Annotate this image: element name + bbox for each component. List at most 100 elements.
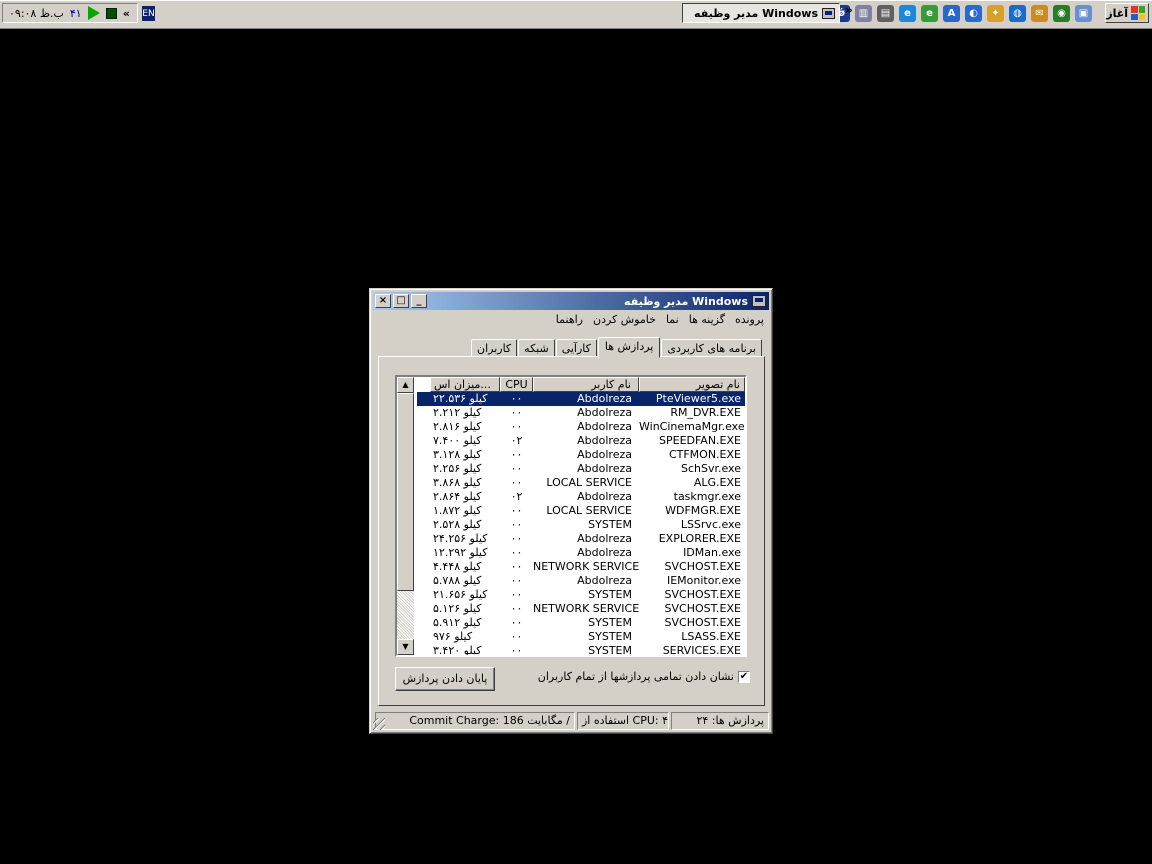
tab-processes[interactable]: پردازش ها — [597, 337, 661, 358]
show-all-processes-checkbox[interactable]: ✔ — [738, 670, 750, 683]
process-cpu: ۰۲ — [510, 434, 523, 447]
gift-icon[interactable]: ✦ — [987, 5, 1004, 22]
process-image-name: RM_DVR.EXE — [670, 406, 741, 419]
task-manager-window: × □ _ مدیر وظیفه Windows پرونده گزینه ها… — [369, 288, 773, 734]
process-cpu: ۰۰ — [510, 532, 523, 545]
process-cpu: ۰۲ — [510, 490, 523, 503]
column-user-name[interactable]: نام کاربر — [533, 377, 639, 392]
process-row[interactable]: SchSvr.exe Abdolreza ۰۰ ۲.۲۵۶ کیلو — [417, 462, 745, 476]
process-image-name: WDFMGR.EXE — [665, 504, 741, 517]
start-button[interactable]: آغاز — [1105, 3, 1149, 23]
taskbar-task-manager-button[interactable]: مدیر وظیفه Windows — [682, 3, 840, 23]
column-image-name[interactable]: نام تصویر — [639, 377, 745, 392]
process-user-name: Abdolreza — [577, 490, 632, 503]
maximize-button[interactable]: □ — [393, 294, 409, 308]
process-row[interactable]: RM_DVR.EXE Abdolreza ۰۰ ۲.۲۱۲ کیلو — [417, 406, 745, 420]
process-user-name: SYSTEM — [588, 616, 632, 629]
column-cpu[interactable]: CPU — [500, 377, 533, 392]
menu-view[interactable]: نما — [666, 313, 679, 331]
process-row[interactable]: SPEEDFAN.EXE Abdolreza ۰۲ ۷.۴۰۰ کیلو — [417, 434, 745, 448]
process-row[interactable]: EXPLORER.EXE Abdolreza ۰۰ ۲۴.۲۵۶ کیلو — [417, 532, 745, 546]
process-row[interactable]: ALG.EXE LOCAL SERVICE ۰۰ ۳.۸۶۸ کیلو — [417, 476, 745, 490]
process-row[interactable]: SVCHOST.EXE SYSTEM ۰۰ ۵.۹۱۲ کیلو — [417, 616, 745, 630]
tab-performance[interactable]: کارآیی — [555, 339, 597, 357]
stop-icon[interactable] — [105, 7, 117, 19]
process-row[interactable]: IDMan.exe Abdolreza ۰۰ ۱۲.۲۹۲ کیلو — [417, 546, 745, 560]
process-cpu: ۰۰ — [510, 504, 523, 517]
process-user-name: Abdolreza — [577, 448, 632, 461]
ie-icon[interactable]: ▤ — [877, 5, 894, 22]
process-user-name: Abdolreza — [577, 406, 632, 419]
process-row[interactable]: taskmgr.exe Abdolreza ۰۲ ۲.۸۶۴ کیلو — [417, 490, 745, 504]
process-mem-usage: ۲.۲۵۶ کیلو — [433, 462, 482, 475]
process-row[interactable]: WDFMGR.EXE LOCAL SERVICE ۰۰ ۱.۸۷۲ کیلو — [417, 504, 745, 518]
close-button[interactable]: × — [375, 294, 391, 308]
minimize-button[interactable]: _ — [411, 294, 427, 308]
process-list-header: نام تصویر نام کاربر CPU میزان اس... — [417, 377, 745, 392]
play-icon[interactable] — [87, 6, 100, 20]
app-icon[interactable]: ▣ — [1075, 5, 1092, 22]
process-mem-usage: ۷.۴۰۰ کیلو — [433, 434, 482, 447]
folder-icon[interactable]: A — [943, 5, 960, 22]
process-row[interactable]: WinCinemaMgr.exe Abdolreza ۰۰ ۲.۸۱۶ کیلو — [417, 420, 745, 434]
scrollbar-thumb[interactable] — [397, 393, 414, 591]
network-icon[interactable]: ◉ — [1053, 5, 1070, 22]
windows-logo-icon — [1131, 6, 1145, 20]
process-row[interactable]: CTFMON.EXE Abdolreza ۰۰ ۳.۱۲۸ کیلو — [417, 448, 745, 462]
process-list[interactable]: نام تصویر نام کاربر CPU میزان اس... PteV… — [395, 375, 747, 657]
process-user-name: LOCAL SERVICE — [546, 504, 632, 517]
process-image-name: WinCinemaMgr.exe — [639, 420, 745, 433]
language-indicator[interactable]: EN — [142, 6, 155, 21]
window-title: مدیر وظیفه Windows — [624, 294, 748, 308]
process-row[interactable]: LSSrvc.exe SYSTEM ۰۰ ۲.۵۲۸ کیلو — [417, 518, 745, 532]
settings-icon[interactable]: e — [899, 5, 916, 22]
process-cpu: ۰۰ — [510, 644, 523, 657]
process-row[interactable]: IEMonitor.exe Abdolreza ۰۰ ۵.۷۸۸ کیلو — [417, 574, 745, 588]
process-mem-usage: ۹۷۶ کیلو — [433, 630, 473, 643]
process-cpu: ۰۰ — [510, 462, 523, 475]
document-icon[interactable]: ▥ — [855, 5, 872, 22]
show-all-processes[interactable]: ✔ نشان دادن تمامی پردازشها از تمام کاربر… — [538, 670, 750, 683]
vertical-scrollbar[interactable]: ▲ ▼ — [397, 377, 414, 655]
end-process-button[interactable]: پایان دادن پردازش — [395, 667, 495, 691]
resize-grip-icon[interactable] — [373, 718, 385, 730]
scroll-down-icon[interactable]: ▼ — [397, 639, 414, 655]
process-row[interactable]: SVCHOST.EXE NETWORK SERVICE ۰۰ ۴.۴۴۸ کیلو — [417, 560, 745, 574]
menu-shutdown[interactable]: خاموش کردن — [593, 313, 656, 331]
task-manager-icon — [822, 7, 835, 19]
scroll-up-icon[interactable]: ▲ — [397, 377, 414, 393]
process-row[interactable]: SVCHOST.EXE SYSTEM ۰۰ ۲۱.۶۵۶ کیلو — [417, 588, 745, 602]
process-cpu: ۰۰ — [510, 406, 523, 419]
tray-number[interactable]: ۴۱ — [70, 7, 82, 20]
process-user-name: SYSTEM — [588, 518, 632, 531]
process-cpu: ۰۰ — [510, 630, 523, 643]
globe-icon[interactable]: ◍ — [1009, 5, 1026, 22]
menu-file[interactable]: پرونده — [735, 313, 764, 331]
process-cpu: ۰۰ — [510, 420, 523, 433]
tray-clock[interactable]: ۰۹:۰۸ ب.ظ — [9, 7, 64, 20]
tab-applications[interactable]: برنامه های کاربردی — [661, 339, 762, 357]
menu-help[interactable]: راهنما — [556, 313, 583, 331]
process-user-name: Abdolreza — [577, 462, 632, 475]
tab-users[interactable]: کاربران — [471, 339, 518, 357]
browser-icon[interactable]: ◐ — [965, 5, 982, 22]
menu-options[interactable]: گزینه ها — [689, 313, 725, 331]
process-row[interactable]: SVCHOST.EXE NETWORK SERVICE ۰۰ ۵.۱۲۶ کیلو — [417, 602, 745, 616]
tab-networking[interactable]: شبکه — [518, 339, 555, 357]
process-image-name: SchSvr.exe — [680, 462, 741, 475]
column-mem-usage[interactable]: میزان اس... — [430, 377, 500, 392]
title-bar[interactable]: × □ _ مدیر وظیفه Windows — [373, 292, 769, 310]
process-image-name: CTFMON.EXE — [668, 448, 741, 461]
tray-expand-chevron-icon[interactable]: « — [123, 7, 130, 20]
process-row[interactable]: LSASS.EXE SYSTEM ۰۰ ۹۷۶ کیلو — [417, 630, 745, 644]
taskbar-overflow-chevron-icon[interactable]: » — [845, 3, 853, 17]
process-user-name: Abdolreza — [577, 574, 632, 587]
email-icon[interactable]: ✉ — [1031, 5, 1048, 22]
process-mem-usage: ۳.۴۲۰ کیلو — [433, 644, 482, 657]
font-icon[interactable]: e — [921, 5, 938, 22]
process-row[interactable]: PteViewer5.exe Abdolreza ۰۰ ۲۲.۵۳۶ کیلو — [417, 392, 745, 406]
process-row[interactable]: SERVICES.EXE SYSTEM ۰۰ ۳.۴۲۰ کیلو — [417, 644, 745, 657]
process-user-name: Abdolreza — [577, 532, 632, 545]
process-image-name: IDMan.exe — [683, 546, 741, 559]
process-cpu: ۰۰ — [510, 560, 523, 573]
